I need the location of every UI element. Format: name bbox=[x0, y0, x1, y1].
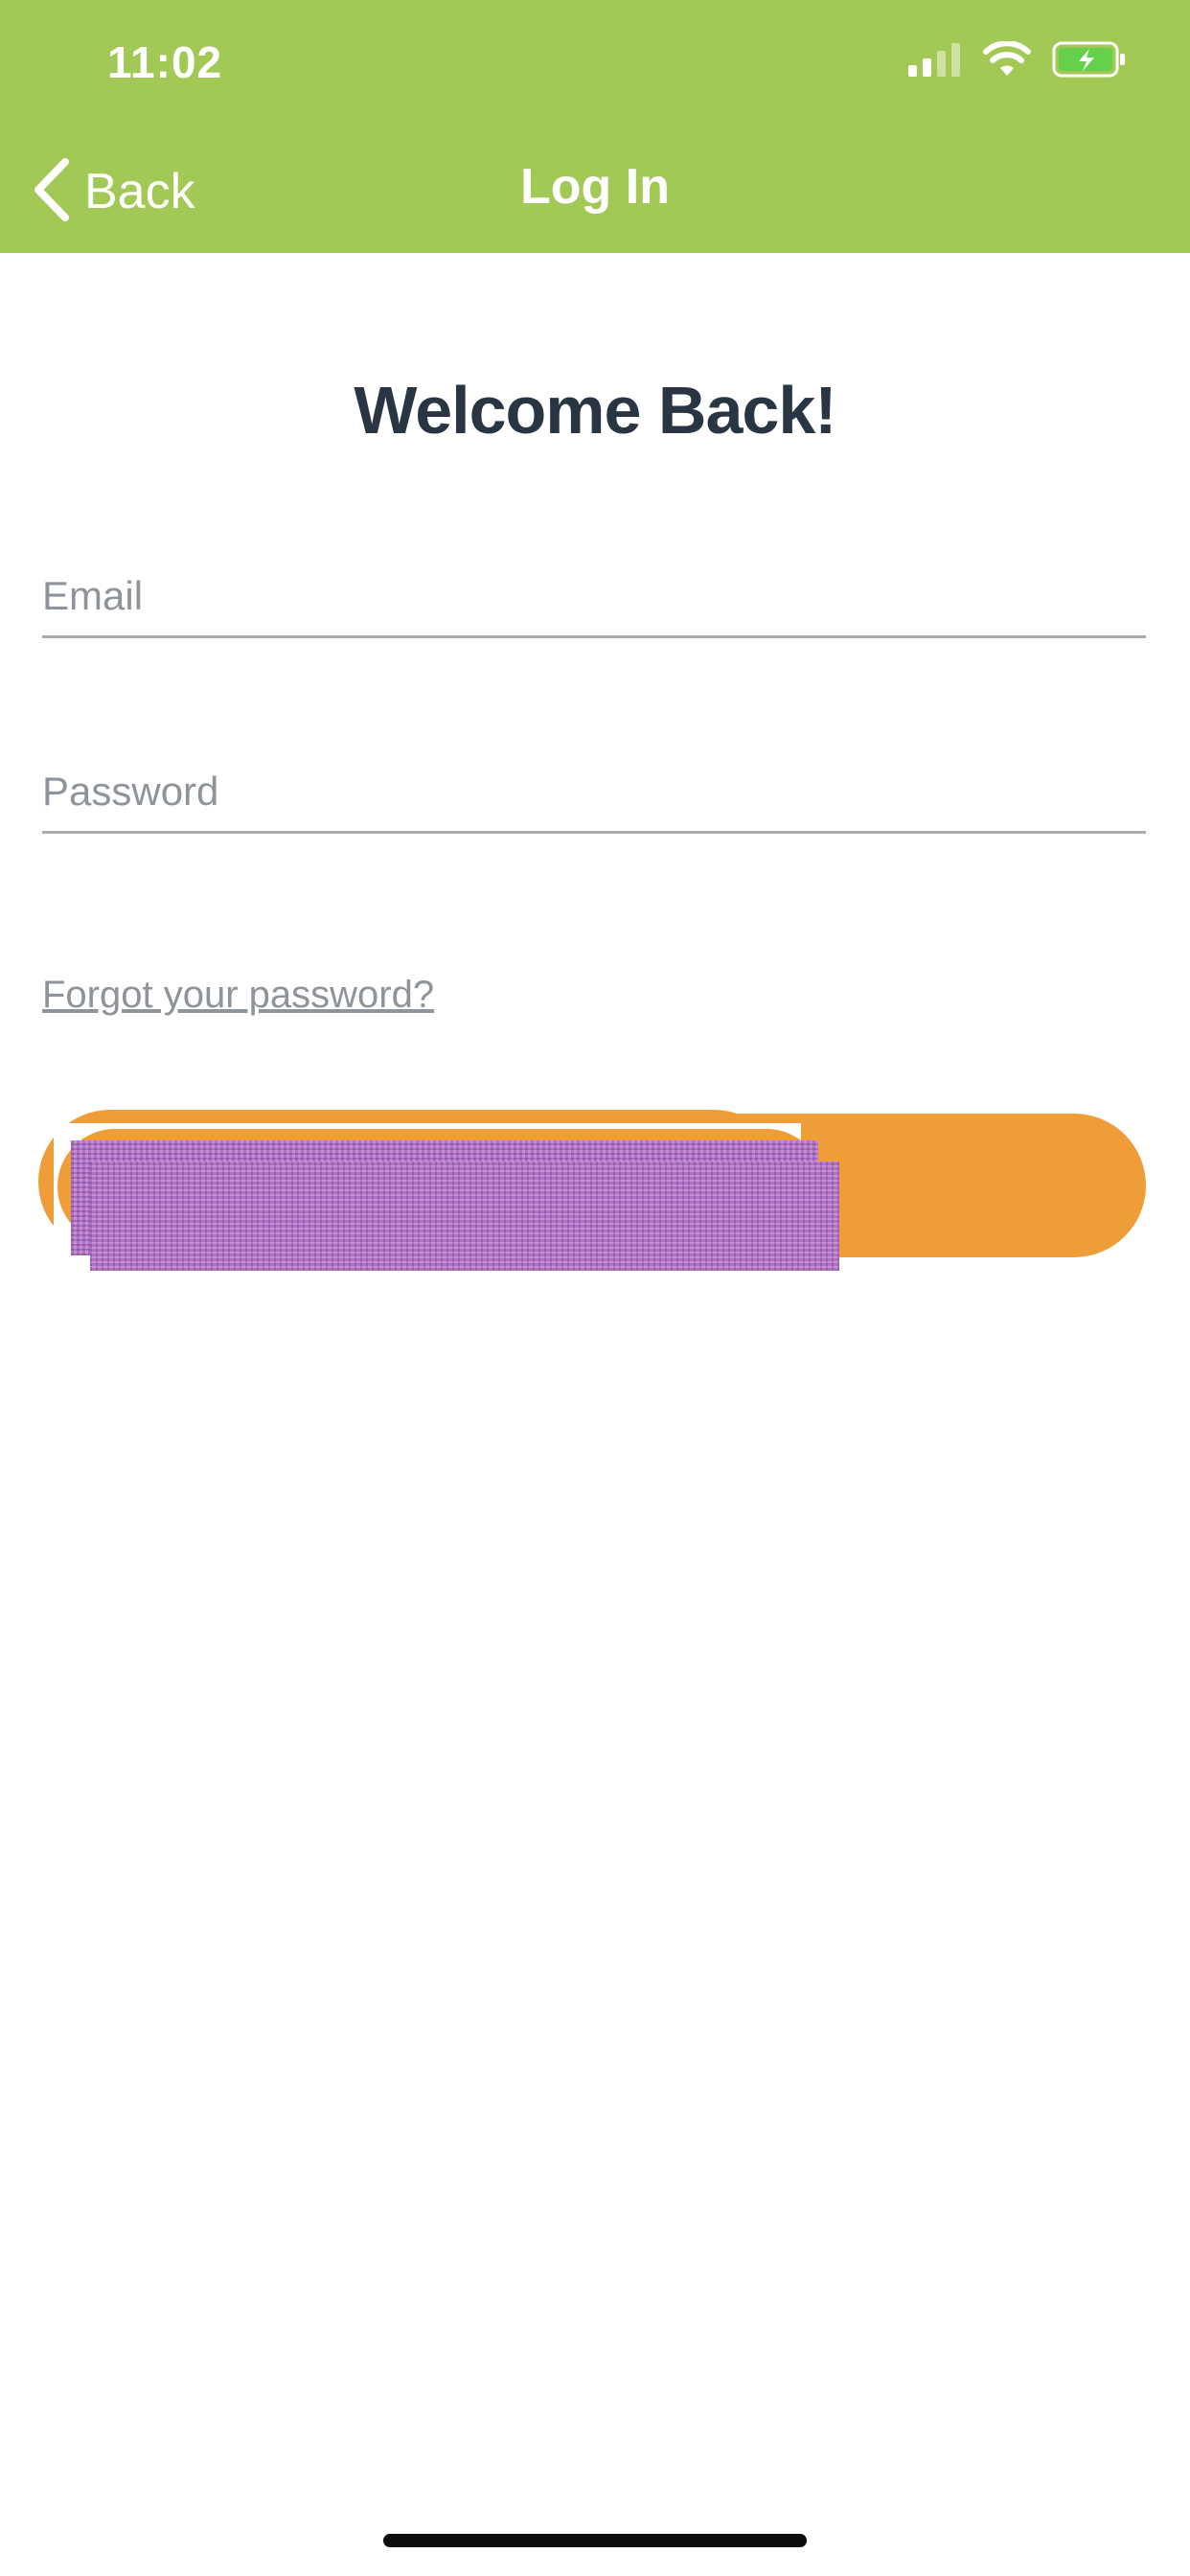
home-indicator bbox=[383, 2534, 807, 2547]
redaction-noise-block bbox=[90, 1162, 839, 1271]
status-icons bbox=[908, 39, 1127, 82]
forgot-password-link[interactable]: Forgot your password? bbox=[42, 974, 434, 1017]
wifi-icon bbox=[983, 39, 1031, 82]
battery-charging-icon bbox=[1052, 41, 1127, 82]
password-field[interactable] bbox=[42, 751, 1146, 834]
status-time: 11:02 bbox=[107, 37, 223, 87]
signal-icon bbox=[908, 42, 962, 81]
welcome-heading: Welcome Back! bbox=[354, 373, 836, 448]
page-title: Log In bbox=[520, 159, 670, 215]
email-field[interactable] bbox=[42, 556, 1146, 638]
